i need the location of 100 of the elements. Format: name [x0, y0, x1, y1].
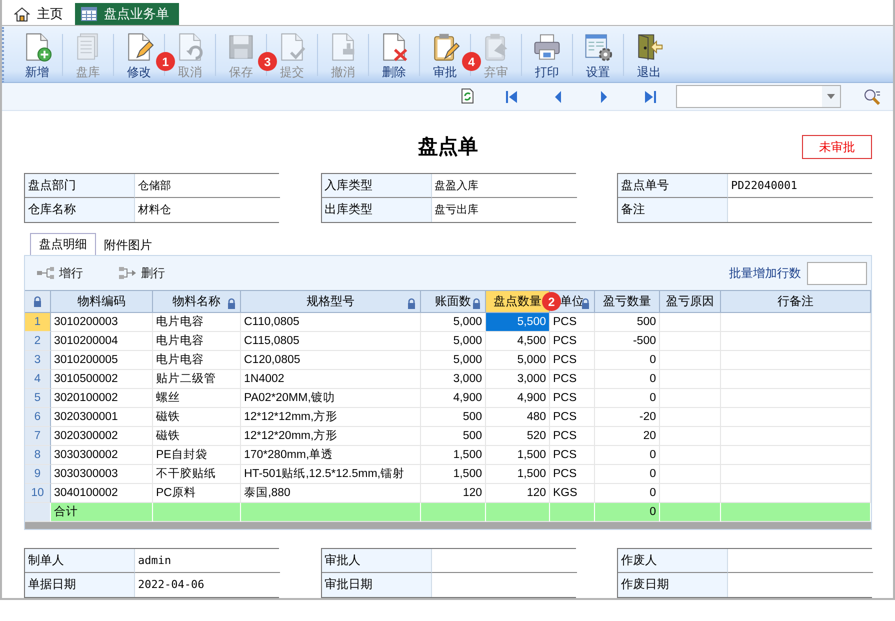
- table-cell: 170*280mm,单透: [241, 446, 421, 465]
- number-badge: 2: [542, 292, 561, 311]
- table-cell: 20: [595, 427, 660, 446]
- table-cell: PCS: [550, 370, 595, 389]
- table-cell: 3030300002: [51, 446, 153, 465]
- table-cell: 4,900: [486, 389, 550, 408]
- table-cell: 500: [595, 313, 660, 332]
- table-cell: 1,500: [421, 465, 486, 484]
- tab[interactable]: 盘点明细: [30, 233, 96, 255]
- home-icon: [14, 6, 30, 22]
- row-number[interactable]: 4: [25, 370, 51, 389]
- table-cell: [660, 313, 721, 332]
- table-cell: 500: [421, 427, 486, 446]
- field-label: 仓库名称: [25, 198, 135, 222]
- row-number[interactable]: 9: [25, 465, 51, 484]
- table-cell: 电片电容: [153, 313, 241, 332]
- table-cell: 3020100002: [51, 389, 153, 408]
- table-cell: 12*12*20mm,方形: [241, 427, 421, 446]
- table-cell: 磁铁: [153, 427, 241, 446]
- add-row-icon: [37, 267, 55, 279]
- table-cell: HT-501贴纸,12.5*12.5mm,镭射: [241, 465, 421, 484]
- table-cell: PCS: [550, 313, 595, 332]
- field-label: 审批日期: [322, 573, 432, 597]
- table-cell: 500: [421, 408, 486, 427]
- remove-row-icon: [119, 267, 137, 279]
- row-number[interactable]: 6: [25, 408, 51, 427]
- toolbar-button[interactable]: 增行: [31, 264, 89, 282]
- refresh-icon[interactable]: [460, 88, 476, 106]
- table-cell: PCS: [550, 465, 595, 484]
- toolbar-button[interactable]: 删行: [113, 264, 171, 282]
- table-cell: -20: [595, 408, 660, 427]
- tab[interactable]: 主页: [8, 3, 73, 26]
- document-title: 盘点单: [418, 134, 478, 160]
- table-cell: 0: [595, 370, 660, 389]
- dropdown-arrow-icon[interactable]: [827, 94, 835, 100]
- tab[interactable]: 盘点业务单: [75, 3, 179, 26]
- table-cell: 电片电容: [153, 351, 241, 370]
- scroll-bar[interactable]: [25, 522, 871, 529]
- table-cell: 3010200003: [51, 313, 153, 332]
- field-value[interactable]: 材料仓: [135, 198, 280, 222]
- table-cell: 5,000: [421, 332, 486, 351]
- row-number[interactable]: 2: [25, 332, 51, 351]
- row-number[interactable]: 8: [25, 446, 51, 465]
- table-cell: PE自封袋: [153, 446, 241, 465]
- table-cell: [660, 351, 721, 370]
- field-value[interactable]: 盘盈入库: [432, 174, 576, 198]
- toolbar-button[interactable]: 打印: [522, 30, 572, 82]
- tab[interactable]: 附件图片: [96, 235, 160, 255]
- row-number[interactable]: 5: [25, 389, 51, 408]
- field-value[interactable]: [432, 573, 576, 597]
- field-value[interactable]: 仓储部: [135, 174, 280, 198]
- toolbar-button[interactable]: 设置: [573, 30, 623, 82]
- field-value[interactable]: PD22040001: [728, 174, 873, 198]
- toolbar-button[interactable]: 删除: [369, 30, 419, 82]
- table-cell: 不干胶贴纸: [153, 465, 241, 484]
- column-header[interactable]: 规格型号: [306, 293, 354, 310]
- row-number: [25, 503, 51, 522]
- table-cell: 4,500: [486, 332, 550, 351]
- field-label: 盘点单号: [618, 174, 728, 198]
- combo-box[interactable]: [676, 85, 841, 108]
- field-label: 备注: [618, 198, 728, 222]
- table-cell: 螺丝: [153, 389, 241, 408]
- lock-icon: [33, 296, 42, 307]
- field-value[interactable]: [432, 549, 576, 573]
- field-value[interactable]: admin: [135, 549, 280, 573]
- table-cell: 5,000: [486, 351, 550, 370]
- number-badge: 1: [156, 52, 175, 72]
- field-label: 制单人: [25, 549, 135, 573]
- row-number[interactable]: 7: [25, 427, 51, 446]
- number-badge: 3: [258, 52, 277, 72]
- table-cell: 480: [486, 408, 550, 427]
- table-cell: [660, 427, 721, 446]
- table-cell: 电片电容: [153, 332, 241, 351]
- row-number[interactable]: 3: [25, 351, 51, 370]
- table-cell: 0: [595, 465, 660, 484]
- table-cell: [660, 465, 721, 484]
- input-field[interactable]: [807, 262, 867, 284]
- table-cell: C110,0805: [241, 313, 421, 332]
- table-cell: 1,500: [486, 446, 550, 465]
- table-cell: 3,000: [421, 370, 486, 389]
- table-cell: C115,0805: [241, 332, 421, 351]
- search-icon[interactable]: [863, 88, 881, 106]
- toolbar-button[interactable]: 退出: [624, 30, 674, 82]
- table-cell: 0: [595, 351, 660, 370]
- total-cell: 合计: [51, 503, 153, 522]
- column-header[interactable]: 行备注: [778, 293, 814, 310]
- table-cell: PCS: [550, 427, 595, 446]
- field-value[interactable]: 盘亏出库: [432, 198, 576, 222]
- table-cell: PCS: [550, 389, 595, 408]
- row-number[interactable]: 1: [25, 313, 51, 332]
- table-cell: 3010500002: [51, 370, 153, 389]
- table-cell: 3010200005: [51, 351, 153, 370]
- field-label: 单据日期: [25, 573, 135, 597]
- field-label: 批量增加行数: [729, 264, 801, 282]
- field-value[interactable]: [728, 549, 873, 573]
- row-number[interactable]: 10: [25, 484, 51, 503]
- table-cell: PCS: [550, 446, 595, 465]
- table-cell: 0: [595, 389, 660, 408]
- toolbar-button[interactable]: 新增: [12, 30, 62, 82]
- table-cell: 1N4002: [241, 370, 421, 389]
